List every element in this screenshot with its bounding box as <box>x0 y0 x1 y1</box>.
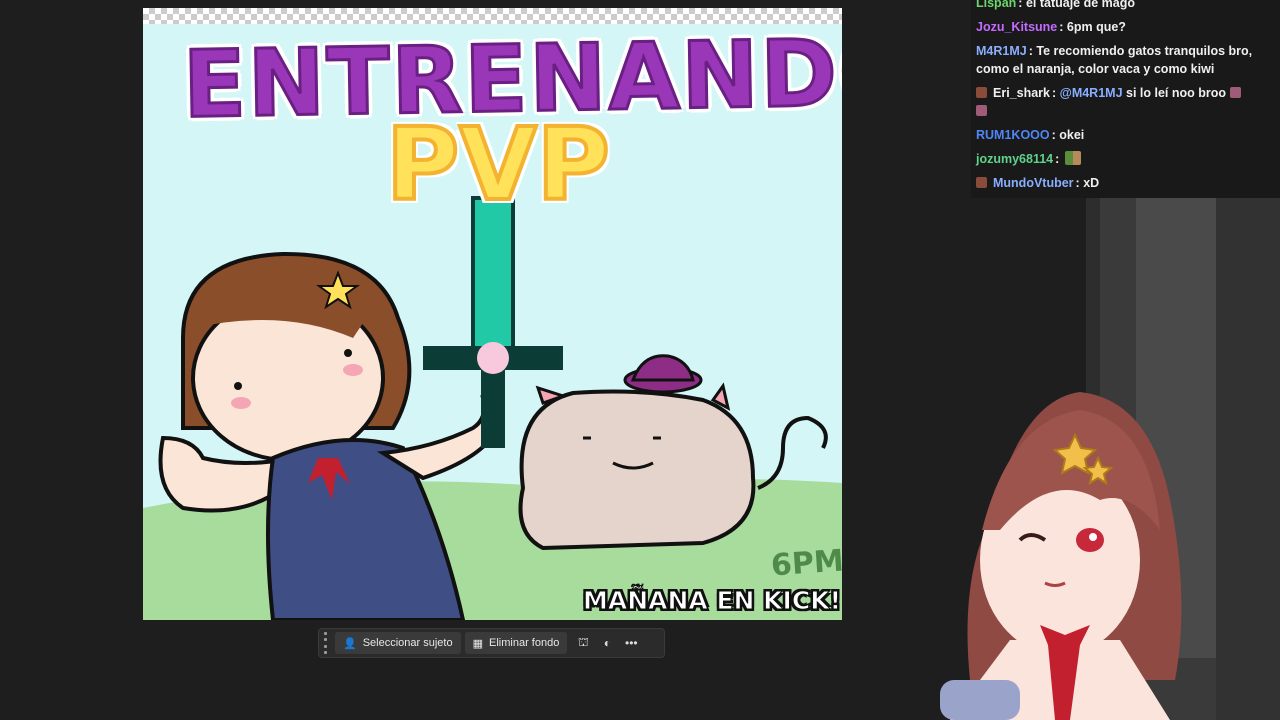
chat-text: okei <box>1059 128 1085 142</box>
adjustment-icon[interactable]: ◐ <box>595 632 619 654</box>
chat-username: RUM1KOOO <box>976 128 1050 142</box>
chat-username: M4R1MJ <box>976 44 1027 58</box>
chat-mention: @M4R1MJ <box>1059 86 1123 100</box>
chat-message: M4R1MJ: Te recomiendo gatos tranquilos b… <box>976 44 1253 76</box>
emote-icon <box>1229 87 1241 98</box>
chat-text: xD <box>1083 176 1100 190</box>
select-subject-label: Seleccionar sujeto <box>362 637 453 649</box>
drag-handle-icon[interactable] <box>321 632 329 654</box>
artwork-time-label: 6PM <box>769 543 842 584</box>
chat-username: Lispan <box>976 0 1017 10</box>
chat-text: si lo leí noo broo <box>1126 86 1227 100</box>
chat-username: Jozu_Kitsune <box>976 20 1058 34</box>
chat-message: jozumy68114: <box>971 147 1280 171</box>
pixel-emote-icon <box>1064 151 1081 165</box>
image-icon: ▦ <box>472 637 483 650</box>
screen: ENTRENANDO PVP 6PM MAÑANA EN KICK!! ü 👤 … <box>0 0 1280 720</box>
transform-icon[interactable]: ⛫ <box>571 632 595 654</box>
cat <box>518 389 756 551</box>
more-options-icon[interactable]: ••• <box>619 632 643 654</box>
chat-message: RUM1KOOO: okei <box>976 128 1085 142</box>
chat-username: jozumy68114 <box>976 152 1054 166</box>
image-canvas[interactable]: ENTRENANDO PVP 6PM MAÑANA EN KICK!! ü <box>143 8 842 620</box>
chat-text: el tatuaje de mago <box>1025 0 1135 10</box>
chat-message: Lispan: el tatuaje de mago <box>971 0 1280 15</box>
viewer-badge-icon <box>976 87 987 98</box>
chat-message: Jozu_Kitsune: 6pm que? <box>976 20 1126 34</box>
contextual-task-bar: 👤 Seleccionar sujeto ▦ Eliminar fondo ⛫ … <box>318 628 665 658</box>
chat-text: 6pm que? <box>1066 20 1126 34</box>
chat-message: MundoVtuber: xD <box>971 171 1280 195</box>
artwork-caption: MAÑANA EN KICK!! ü <box>583 586 842 616</box>
remove-background-button[interactable]: ▦ Eliminar fondo <box>464 632 568 654</box>
vtuber-avatar <box>940 392 1182 720</box>
remove-background-label: Eliminar fondo <box>489 637 560 649</box>
viewer-badge-icon <box>976 177 987 188</box>
chat-username: Eri_shark <box>993 86 1050 100</box>
chat-username: MundoVtuber <box>993 176 1074 190</box>
chat-message: Eri_shark: @M4R1MJ si lo leí noo broo <box>971 81 1280 123</box>
artwork-subtitle: PVP <box>384 104 612 225</box>
person-icon: 👤 <box>343 637 357 650</box>
emote-icon <box>976 105 987 116</box>
chat-overlay: Lispan: el tatuaje de mago Jozu_Kitsune:… <box>971 0 1280 198</box>
select-subject-button[interactable]: 👤 Seleccionar sujeto <box>335 632 461 654</box>
